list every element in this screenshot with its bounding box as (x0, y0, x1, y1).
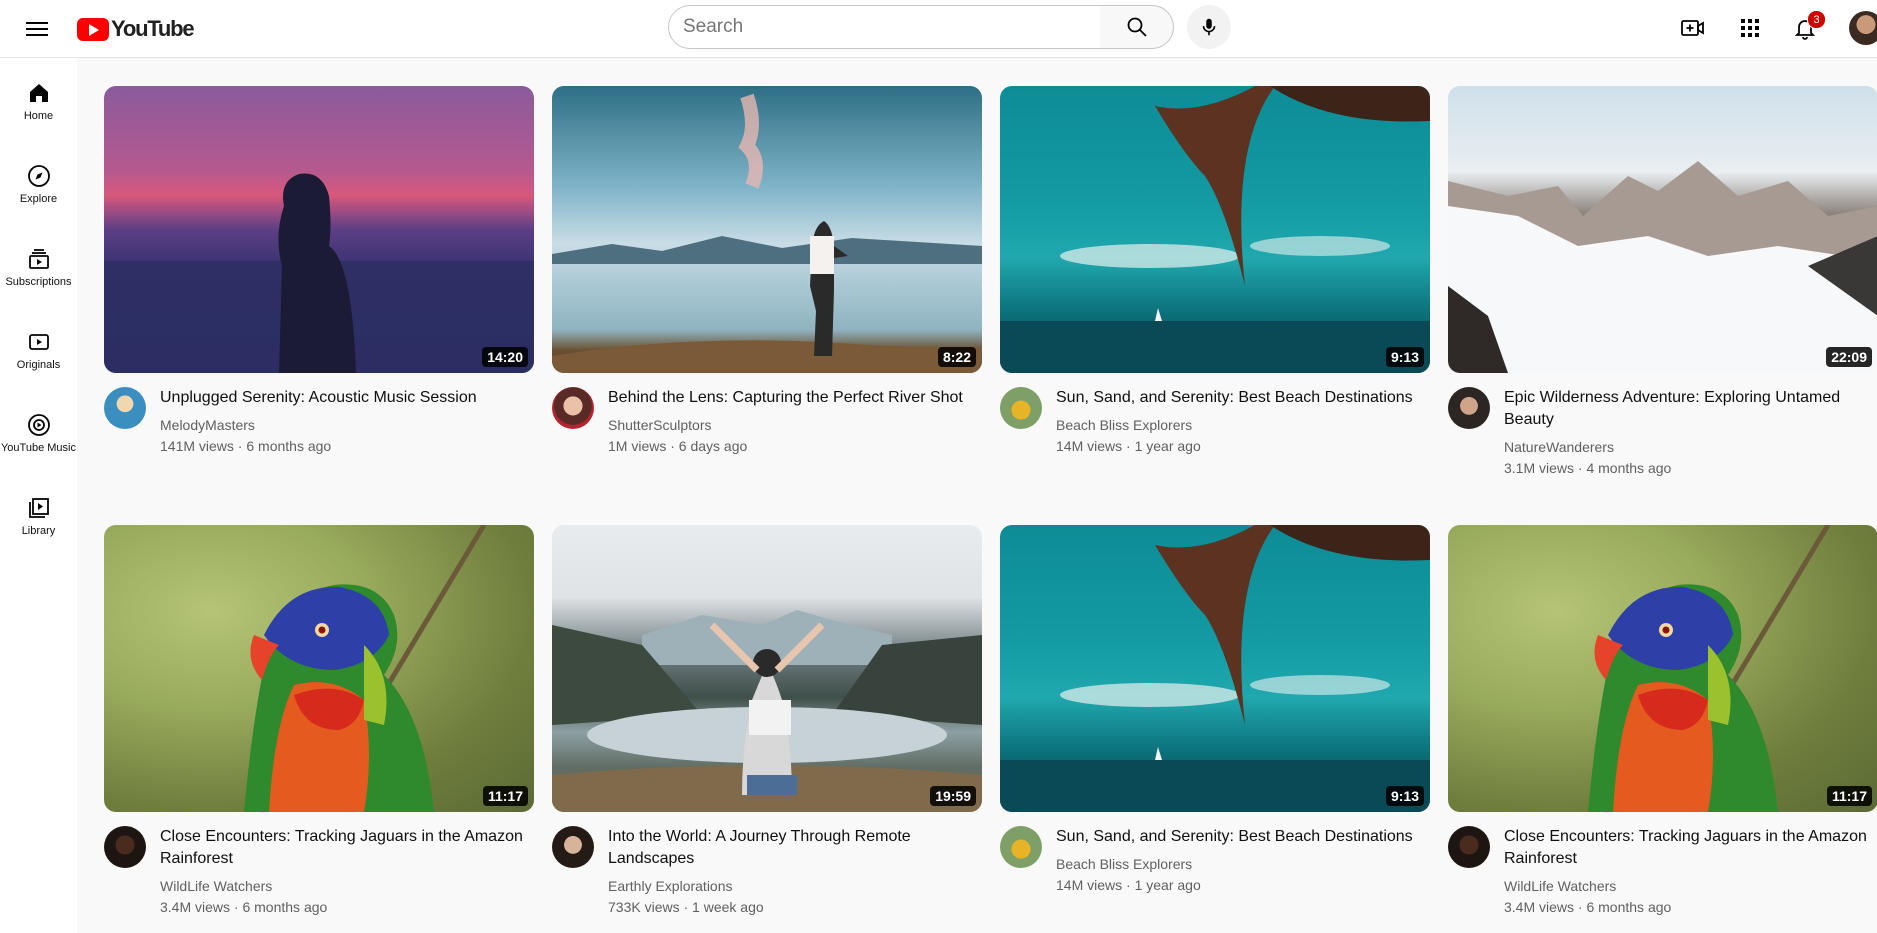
sidebar-item-label: Subscriptions (5, 276, 72, 288)
youtube-logo[interactable]: YouTube (77, 15, 195, 43)
video-grid: 14:20 Unplugged Serenity: Acoustic Music… (77, 58, 1877, 933)
voice-search-button[interactable] (1187, 5, 1231, 49)
channel-name[interactable]: WildLife Watchers (160, 878, 272, 894)
video-title[interactable]: Behind the Lens: Capturing the Perfect R… (608, 387, 982, 409)
channel-name[interactable]: Earthly Explorations (608, 878, 733, 894)
channel-name[interactable]: Beach Bliss Explorers (1056, 856, 1192, 872)
create-video-icon (1681, 20, 1704, 36)
channel-avatar[interactable] (104, 387, 146, 429)
sidebar-item-library[interactable]: Library (0, 473, 77, 547)
video-thumbnail[interactable]: 8:22 (552, 86, 982, 373)
video-duration: 9:13 (1385, 347, 1424, 367)
sidebar-item-label: Home (23, 110, 54, 122)
sidebar-item-youtube-music[interactable]: YouTube Music (0, 390, 77, 464)
music-icon (26, 412, 52, 438)
home-icon (26, 80, 52, 106)
channel-name[interactable]: MelodyMasters (160, 417, 255, 433)
search-button[interactable] (1100, 5, 1174, 49)
video-duration: 22:09 (1826, 347, 1872, 367)
video-title[interactable]: Unplugged Serenity: Acoustic Music Sessi… (160, 387, 534, 409)
video-thumbnail[interactable]: 9:13 (1000, 525, 1430, 812)
sidebar-item-explore[interactable]: Explore (0, 141, 77, 215)
account-avatar[interactable] (1849, 11, 1877, 45)
video-card: 9:13 Sun, Sand, and Serenity: Best Beach… (1000, 525, 1430, 933)
library-icon (26, 495, 52, 521)
microphone-icon (1202, 18, 1216, 36)
sidebar-item-label: Explore (19, 193, 58, 205)
originals-icon (26, 329, 52, 355)
video-title[interactable]: Epic Wilderness Adventure: Exploring Unt… (1504, 387, 1877, 431)
video-card: 14:20 Unplugged Serenity: Acoustic Music… (104, 86, 534, 497)
video-stats: 14M views · 1 year ago (1056, 438, 1201, 454)
sidebar-item-originals[interactable]: Originals (0, 307, 77, 381)
video-thumbnail[interactable]: 14:20 (104, 86, 534, 373)
notifications-button[interactable]: 3 (1788, 10, 1826, 45)
sidebar-item-home[interactable]: Home (0, 58, 77, 132)
video-thumbnail[interactable]: 11:17 (1448, 525, 1877, 812)
video-card: 11:17 Close Encounters: Tracking Jaguars… (1448, 525, 1877, 933)
video-stats: 141M views · 6 months ago (160, 438, 332, 454)
video-title[interactable]: Close Encounters: Tracking Jaguars in th… (160, 826, 534, 870)
video-thumbnail[interactable]: 9:13 (1000, 86, 1430, 373)
video-duration: 9:13 (1385, 786, 1424, 806)
subscriptions-icon (26, 246, 52, 272)
channel-avatar[interactable] (1000, 387, 1042, 429)
video-card: 22:09 Epic Wilderness Adventure: Explori… (1448, 86, 1877, 497)
video-thumbnail[interactable]: 22:09 (1448, 86, 1877, 373)
channel-name[interactable]: WildLife Watchers (1504, 878, 1616, 894)
sidebar-item-subscriptions[interactable]: Subscriptions (0, 224, 77, 298)
video-stats: 3.4M views · 6 months ago (160, 899, 328, 915)
video-title[interactable]: Sun, Sand, and Serenity: Best Beach Dest… (1056, 826, 1430, 848)
video-card: 8:22 Behind the Lens: Capturing the Perf… (552, 86, 982, 497)
apps-grid-icon (1741, 19, 1759, 37)
compass-icon (26, 163, 52, 189)
video-thumbnail[interactable]: 11:17 (104, 525, 534, 812)
channel-name[interactable]: Beach Bliss Explorers (1056, 417, 1192, 433)
video-duration: 19:59 (930, 786, 976, 806)
hamburger-menu-icon[interactable] (22, 14, 52, 44)
search-icon (1127, 17, 1147, 37)
create-video-button[interactable] (1676, 11, 1710, 45)
video-duration: 14:20 (482, 347, 528, 367)
video-title[interactable]: Into the World: A Journey Through Remote… (608, 826, 982, 870)
video-stats: 3.4M views · 6 months ago (1504, 899, 1672, 915)
video-stats: 733K views · 1 week ago (608, 899, 764, 915)
channel-name[interactable]: NatureWanderers (1504, 439, 1614, 455)
notification-badge: 3 (1807, 10, 1826, 29)
video-card: 11:17 Close Encounters: Tracking Jaguars… (104, 525, 534, 933)
channel-avatar[interactable] (1448, 826, 1490, 868)
video-stats: 3.1M views · 4 months ago (1504, 460, 1672, 476)
sidebar-item-label: YouTube Music (0, 442, 76, 454)
sidebar-item-label: Library (21, 525, 56, 537)
channel-avatar[interactable] (552, 387, 594, 429)
video-card: 9:13 Sun, Sand, and Serenity: Best Beach… (1000, 86, 1430, 497)
channel-avatar[interactable] (552, 826, 594, 868)
channel-avatar[interactable] (1448, 387, 1490, 429)
video-thumbnail[interactable]: 19:59 (552, 525, 982, 812)
youtube-play-icon (77, 17, 109, 41)
apps-button[interactable] (1733, 11, 1767, 45)
channel-name[interactable]: ShutterSculptors (608, 417, 712, 433)
search-input[interactable] (681, 6, 1085, 48)
video-title[interactable]: Close Encounters: Tracking Jaguars in th… (1504, 826, 1877, 870)
sidebar-item-label: Originals (16, 359, 61, 371)
logo-text: YouTube (111, 16, 195, 41)
video-title[interactable]: Sun, Sand, and Serenity: Best Beach Dest… (1056, 387, 1430, 409)
top-bar: YouTube 3 (0, 0, 1877, 58)
channel-avatar[interactable] (1000, 826, 1042, 868)
mini-guide-sidebar: Home Explore Subscriptions Originals You… (0, 58, 77, 933)
video-stats: 1M views · 6 days ago (608, 438, 748, 454)
search-box (668, 5, 1101, 49)
video-stats: 14M views · 1 year ago (1056, 877, 1201, 893)
video-duration: 11:17 (482, 786, 528, 806)
channel-avatar[interactable] (104, 826, 146, 868)
video-card: 19:59 Into the World: A Journey Through … (552, 525, 982, 933)
video-duration: 11:17 (1826, 786, 1872, 806)
video-duration: 8:22 (937, 347, 976, 367)
